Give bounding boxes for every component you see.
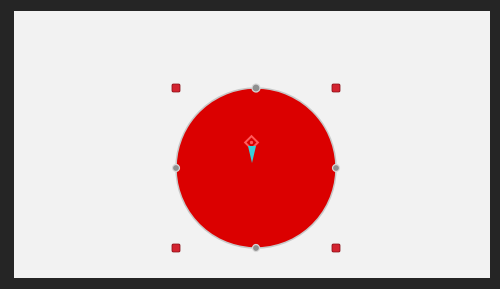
- editor-window: [0, 0, 500, 289]
- circle-shape[interactable]: [175, 87, 337, 249]
- resize-handle-top-left[interactable]: [171, 83, 181, 93]
- midpoint-handle-left[interactable]: [171, 163, 181, 173]
- resize-handle-bottom-left[interactable]: [171, 243, 181, 253]
- midpoint-handle-bottom[interactable]: [251, 243, 261, 253]
- resize-handle-bottom-right[interactable]: [331, 243, 341, 253]
- resize-handle-top-right[interactable]: [331, 83, 341, 93]
- midpoint-handle-right[interactable]: [331, 163, 341, 173]
- rotation-handle-top[interactable]: [251, 83, 261, 93]
- selection-overlay: [171, 83, 341, 253]
